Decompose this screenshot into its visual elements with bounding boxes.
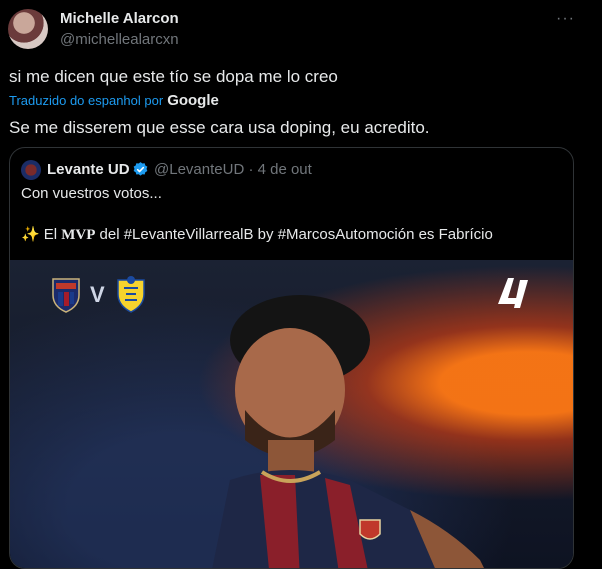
quoted-author-handle-date: @LevanteUD · 4 de out: [154, 161, 312, 178]
quoted-media-image[interactable]: V: [10, 260, 573, 568]
quoted-text-line1: Con vuestros votos...: [21, 185, 162, 202]
google-logo: Google: [167, 92, 219, 109]
quoted-author-avatar: [21, 160, 41, 180]
post-text-translated: Se me disserem que esse cara usa doping,…: [9, 118, 430, 137]
translation-attribution[interactable]: Traduzido do espanhol por Google: [9, 92, 219, 109]
quoted-author-name: Levante UD: [47, 161, 130, 178]
versus-text: V: [90, 282, 105, 307]
levante-crest-icon: [52, 278, 80, 313]
author-handle[interactable]: @michellealarcxn: [60, 31, 179, 48]
line2-pre: El: [43, 226, 62, 243]
more-options-icon[interactable]: ···: [556, 10, 575, 28]
mvp-text: MVP: [61, 227, 96, 243]
author-name[interactable]: Michelle Alarcon: [60, 10, 179, 27]
player-photo: [212, 295, 484, 568]
quoted-post[interactable]: Levante UD @LevanteUD · 4 de out Con vue…: [9, 147, 574, 569]
laliga-logo-icon: [498, 278, 528, 308]
quoted-text-line2: ✨ El MVP del #LevanteVillarrealB by #Marc…: [21, 225, 493, 244]
translated-label: Traduzido do espanhol por: [9, 93, 164, 108]
sparkle-icon: ✨: [21, 226, 40, 243]
author-avatar[interactable]: [8, 9, 48, 49]
post-text-original: si me dicen que este tío se dopa me lo c…: [9, 67, 338, 86]
villarreal-crest-icon: [117, 276, 145, 313]
verified-badge-icon: [133, 162, 148, 176]
line2-post: del #LevanteVillarrealB by #MarcosAutomo…: [95, 226, 493, 243]
